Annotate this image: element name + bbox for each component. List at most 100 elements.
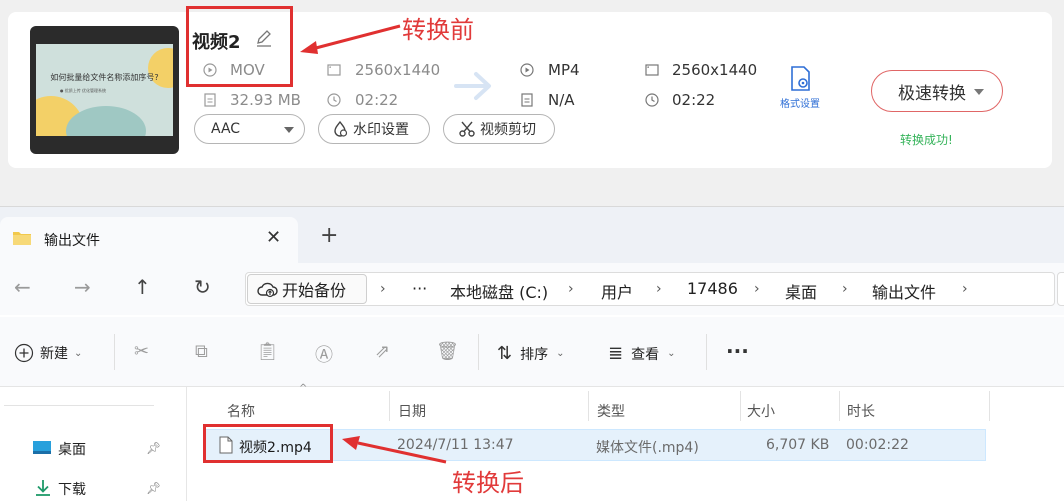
column-header-name[interactable]: 名称 — [227, 401, 255, 421]
new-button[interactable]: 新建 ⌄ — [14, 343, 82, 363]
toolbar-divider — [114, 334, 115, 370]
column-header-size[interactable]: 大小 — [747, 401, 775, 421]
refresh-icon[interactable]: ↻ — [194, 275, 211, 299]
tab-title: 输出文件 — [44, 233, 100, 249]
annotation-box-before — [186, 6, 293, 87]
breadcrumb-item-drive[interactable]: 本地磁盘 (C:) — [450, 279, 548, 303]
up-arrow-icon[interactable]: ↑ — [134, 275, 151, 299]
chevron-down-icon — [284, 127, 294, 133]
format-settings-button[interactable]: 格式设置 — [774, 64, 826, 110]
file-duration-cell: 00:02:22 — [846, 437, 909, 453]
conversion-status: 转换成功! — [900, 133, 953, 147]
file-type-cell: 媒体文件(.mp4) — [596, 440, 699, 456]
more-options-button[interactable]: ··· — [726, 339, 749, 363]
format-settings-label: 格式设置 — [780, 99, 820, 110]
audio-codec-select[interactable]: AAC — [194, 114, 305, 144]
chevron-down-icon: ⌄ — [667, 348, 676, 359]
annotation-label-before: 转换前 — [402, 16, 474, 44]
chevron-down-icon[interactable] — [974, 89, 984, 95]
copy-icon[interactable]: ⧉ — [195, 341, 208, 362]
annotation-box-after — [203, 424, 333, 463]
view-button-label: 查看 — [631, 346, 660, 363]
tab-output-folder[interactable]: 输出文件 ✕ — [0, 217, 298, 263]
video-thumbnail[interactable]: 如何批量给文件名称添加序号? ● 优质上传 优化管理系统 — [30, 26, 179, 154]
sort-ascending-icon: ^ — [299, 383, 308, 394]
column-header-duration[interactable]: 时长 — [847, 401, 875, 421]
view-button[interactable]: ≣ 查看 ⌄ — [608, 343, 675, 364]
sort-button[interactable]: ⇅ 排序 ⌄ — [497, 343, 564, 364]
breadcrumb-item-user[interactable]: 17486 — [687, 279, 738, 298]
annotation-arrow-before — [300, 24, 401, 54]
watermark-settings-button[interactable]: 水印设置 — [318, 114, 430, 144]
file-size-cell: 6,707 KB — [766, 437, 830, 453]
chevron-right-icon[interactable]: › — [568, 281, 574, 297]
nav-item-desktop[interactable]: 桌面 📌︎ — [32, 437, 182, 461]
command-bar: 新建 ⌄ ✂ ⧉ 📋︎ Ⓐ ⇗ 🗑︎ ⇅ 排序 ⌄ ≣ 查看 ⌄ ··· — [0, 317, 1064, 387]
breadcrumb-item-desktop[interactable]: 桌面 — [785, 279, 817, 303]
column-divider[interactable] — [740, 391, 741, 421]
watermark-icon — [334, 120, 348, 137]
breadcrumb: 开始备份 › ··· 本地磁盘 (C:) › 用户 › 17486 › 桌面 ›… — [245, 272, 1055, 306]
converter-area: 如何批量给文件名称添加序号? ● 优质上传 优化管理系统 视频2 MOV 32.… — [0, 0, 1064, 206]
column-divider[interactable] — [989, 391, 990, 421]
cut-icon[interactable]: ✂ — [134, 341, 149, 362]
chevron-right-icon[interactable]: › — [842, 281, 848, 297]
target-resolution: 2560x1440 — [672, 61, 758, 79]
format-settings-icon — [791, 66, 810, 91]
back-arrow-icon[interactable]: ← — [14, 275, 31, 299]
share-icon[interactable]: ⇗ — [375, 341, 390, 362]
breadcrumb-item-output[interactable]: 输出文件 — [872, 279, 936, 303]
format-icon — [520, 63, 534, 77]
paste-icon[interactable]: 📋︎ — [256, 341, 279, 362]
view-list-icon: ≣ — [608, 343, 624, 364]
thumbnail-title: 如何批量给文件名称添加序号? — [50, 73, 159, 82]
column-header-date[interactable]: 日期 — [398, 401, 426, 421]
cloud-backup-icon — [257, 282, 278, 298]
breadcrumb-item-users[interactable]: 用户 — [601, 279, 633, 303]
new-button-label: 新建 — [40, 346, 68, 362]
video-clip-label: 视频剪切 — [480, 122, 536, 138]
column-divider[interactable] — [588, 391, 589, 421]
annotation-label-after: 转换后 — [452, 469, 524, 497]
source-duration: 02:22 — [355, 91, 399, 109]
chevron-right-icon[interactable]: › — [754, 281, 760, 297]
delete-icon[interactable]: 🗑︎ — [436, 341, 459, 362]
video-clip-button[interactable]: 视频剪切 — [443, 114, 555, 144]
nav-item-label: 下载 — [58, 482, 86, 498]
file-size-icon — [521, 93, 533, 107]
toolbar-divider — [706, 334, 707, 370]
toolbar-divider — [478, 334, 479, 370]
duration-icon — [327, 93, 341, 107]
chevron-right-icon[interactable]: › — [962, 281, 968, 297]
nav-divider — [4, 405, 154, 406]
chevron-right-icon: › — [380, 281, 386, 297]
resolution-icon — [645, 64, 659, 76]
chevron-right-icon[interactable]: › — [656, 281, 662, 297]
address-bar: ← → ↑ ↻ 开始备份 › ··· 本地磁盘 (C:) › 用户 › 1748… — [0, 263, 1064, 315]
target-format: MP4 — [548, 61, 580, 79]
pin-icon[interactable]: 📌︎ — [146, 481, 161, 495]
rename-icon[interactable]: Ⓐ — [315, 341, 333, 367]
file-size-icon — [204, 93, 216, 107]
audio-codec-value: AAC — [211, 121, 241, 137]
close-icon[interactable]: ✕ — [266, 227, 281, 248]
fast-convert-button[interactable]: 极速转换 — [871, 70, 1003, 112]
duration-icon — [645, 93, 659, 107]
nav-item-downloads[interactable]: 下载 📌︎ — [32, 477, 182, 501]
source-resolution: 2560x1440 — [355, 61, 441, 79]
chevron-down-icon: ⌄ — [556, 348, 565, 359]
breadcrumb-more[interactable]: ··· — [412, 279, 427, 298]
column-divider[interactable] — [389, 391, 390, 421]
forward-arrow-icon[interactable]: → — [74, 275, 91, 299]
convert-arrow-icon — [454, 72, 491, 100]
column-header-type[interactable]: 类型 — [597, 401, 625, 421]
column-divider[interactable] — [839, 391, 840, 421]
search-box[interactable] — [1057, 272, 1064, 306]
desktop-icon — [33, 441, 51, 454]
sort-button-label: 排序 — [520, 346, 549, 363]
start-backup-label: 开始备份 — [282, 281, 347, 300]
new-tab-button[interactable]: + — [320, 223, 338, 248]
start-backup-button[interactable]: 开始备份 — [247, 274, 367, 304]
pin-icon[interactable]: 📌︎ — [146, 441, 161, 455]
watermark-settings-label: 水印设置 — [353, 122, 409, 138]
